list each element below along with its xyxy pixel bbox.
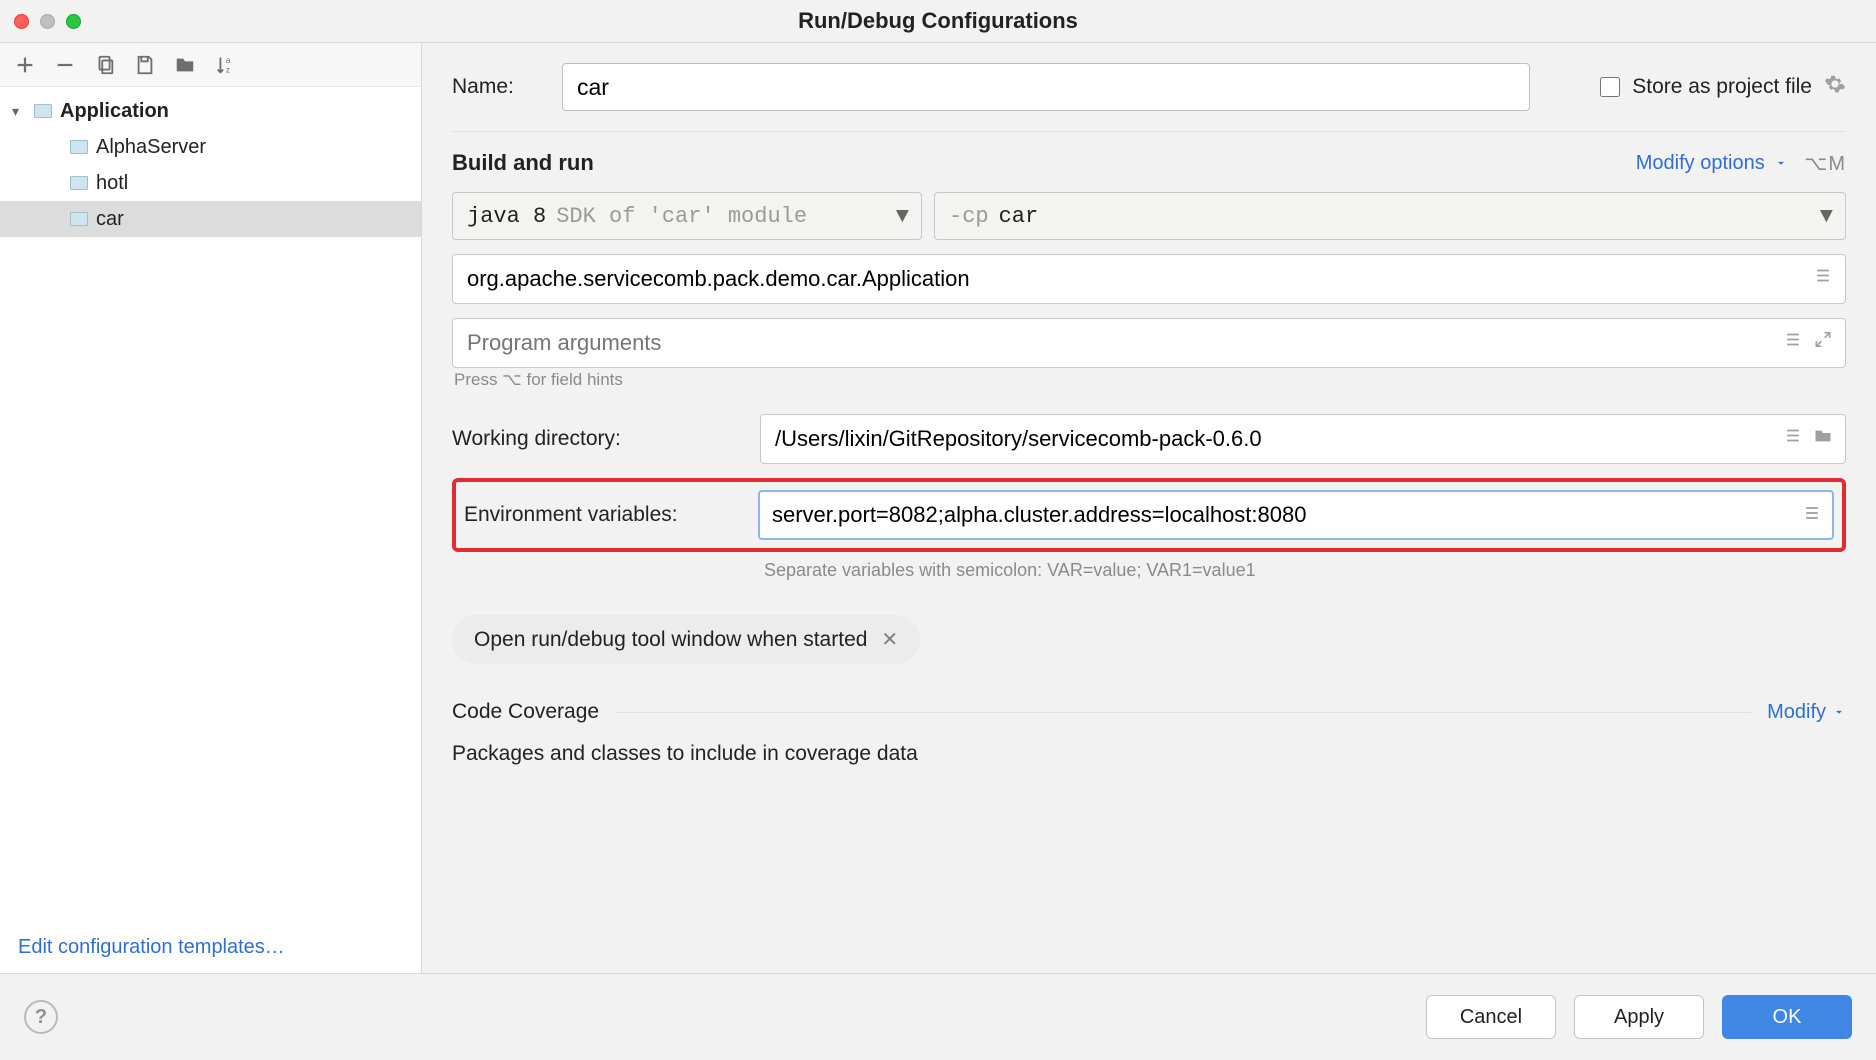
divider	[615, 712, 1751, 713]
store-as-project-file-checkbox[interactable]	[1600, 77, 1620, 97]
run-config-icon	[70, 176, 88, 190]
chip-label: Open run/debug tool window when started	[474, 628, 867, 652]
run-config-icon	[70, 212, 88, 226]
divider	[452, 131, 1846, 132]
name-input[interactable]	[562, 63, 1530, 111]
list-icon[interactable]	[1783, 330, 1803, 357]
tree-node-application[interactable]: ▾ Application	[0, 93, 421, 129]
chevron-down-icon: ▾	[12, 103, 26, 120]
modify-options-link[interactable]: Modify options	[1636, 152, 1789, 175]
open-tool-window-chip[interactable]: Open run/debug tool window when started …	[452, 615, 920, 664]
dialog-footer: ? Cancel Apply OK	[0, 974, 1876, 1060]
main-class-input[interactable]	[467, 255, 1795, 303]
jre-secondary-label: SDK of 'car' module	[556, 204, 807, 229]
save-config-button[interactable]	[134, 54, 156, 76]
list-icon[interactable]	[1813, 266, 1833, 293]
config-tree: ▾ Application AlphaServer hotl car	[0, 87, 421, 922]
build-and-run-header: Build and run Modify options ⌥M	[452, 150, 1846, 176]
main-class-field-wrapper	[452, 254, 1846, 304]
name-label: Name:	[452, 75, 562, 99]
environment-variables-input[interactable]	[772, 492, 1788, 538]
env-hint-text: Separate variables with semicolon: VAR=v…	[764, 560, 1846, 581]
cancel-button[interactable]: Cancel	[1426, 995, 1556, 1039]
code-coverage-header: Code Coverage Modify	[452, 700, 1846, 724]
tree-label: Application	[60, 100, 169, 123]
gear-icon[interactable]	[1824, 73, 1846, 101]
svg-text:z: z	[226, 65, 230, 74]
store-as-project-file-label: Store as project file	[1632, 75, 1812, 99]
main-split: az ▾ Application AlphaServer hotl car Ed	[0, 42, 1876, 974]
list-icon[interactable]	[1802, 503, 1822, 528]
code-coverage-title: Code Coverage	[452, 700, 599, 724]
jre-select[interactable]: java 8 SDK of 'car' module ▼	[452, 192, 922, 240]
tree-item-hotl[interactable]: hotl	[0, 165, 421, 201]
copy-config-button[interactable]	[94, 54, 116, 76]
field-hints-text: Press ⌥ for field hints	[454, 370, 1846, 390]
jre-primary-label: java 8	[467, 204, 546, 229]
remove-config-button[interactable]	[54, 54, 76, 76]
close-icon[interactable]: ✕	[881, 627, 898, 652]
svg-text:a: a	[226, 56, 231, 65]
program-arguments-input[interactable]	[467, 319, 1795, 367]
config-form: Name: Store as project file Build and ru…	[422, 43, 1876, 973]
program-arguments-wrapper	[452, 318, 1846, 368]
classpath-select[interactable]: -cp car ▼	[934, 192, 1846, 240]
ok-button[interactable]: OK	[1722, 995, 1852, 1039]
packages-coverage-text: Packages and classes to include in cover…	[452, 742, 1846, 766]
run-config-icon	[70, 140, 88, 154]
list-icon[interactable]	[1783, 426, 1803, 453]
code-coverage-modify-link[interactable]: Modify	[1767, 701, 1846, 724]
apply-button[interactable]: Apply	[1574, 995, 1704, 1039]
sidebar: az ▾ Application AlphaServer hotl car Ed	[0, 43, 422, 973]
expand-icon[interactable]	[1813, 330, 1833, 357]
tree-item-alphaserver[interactable]: AlphaServer	[0, 129, 421, 165]
application-type-icon	[34, 104, 52, 118]
edit-configuration-templates-link[interactable]: Edit configuration templates…	[0, 922, 421, 973]
classpath-prefix: -cp	[949, 204, 989, 229]
working-directory-label: Working directory:	[452, 427, 742, 451]
sort-config-button[interactable]: az	[214, 54, 236, 76]
chevron-down-icon: ▼	[1820, 204, 1833, 229]
chevron-down-icon: ▼	[896, 204, 909, 229]
classpath-value: car	[999, 204, 1039, 229]
window-title: Run/Debug Configurations	[0, 8, 1876, 34]
sidebar-toolbar: az	[0, 43, 421, 87]
build-and-run-title: Build and run	[452, 150, 594, 176]
modify-options-shortcut: ⌥M	[1804, 151, 1846, 176]
environment-variables-row: Environment variables:	[452, 478, 1846, 552]
working-directory-wrapper	[760, 414, 1846, 464]
help-button[interactable]: ?	[24, 1000, 58, 1034]
environment-variables-label: Environment variables:	[464, 503, 740, 527]
folder-config-button[interactable]	[174, 54, 196, 76]
tree-label: car	[96, 208, 124, 231]
tree-label: hotl	[96, 172, 128, 195]
environment-variables-wrapper	[758, 490, 1834, 540]
working-directory-input[interactable]	[775, 415, 1795, 463]
name-row: Name: Store as project file	[452, 63, 1846, 111]
tree-item-car[interactable]: car	[0, 201, 421, 237]
folder-icon[interactable]	[1813, 426, 1833, 453]
tree-label: AlphaServer	[96, 136, 206, 159]
add-config-button[interactable]	[14, 54, 36, 76]
working-directory-row: Working directory:	[452, 414, 1846, 464]
titlebar: Run/Debug Configurations	[0, 0, 1876, 42]
